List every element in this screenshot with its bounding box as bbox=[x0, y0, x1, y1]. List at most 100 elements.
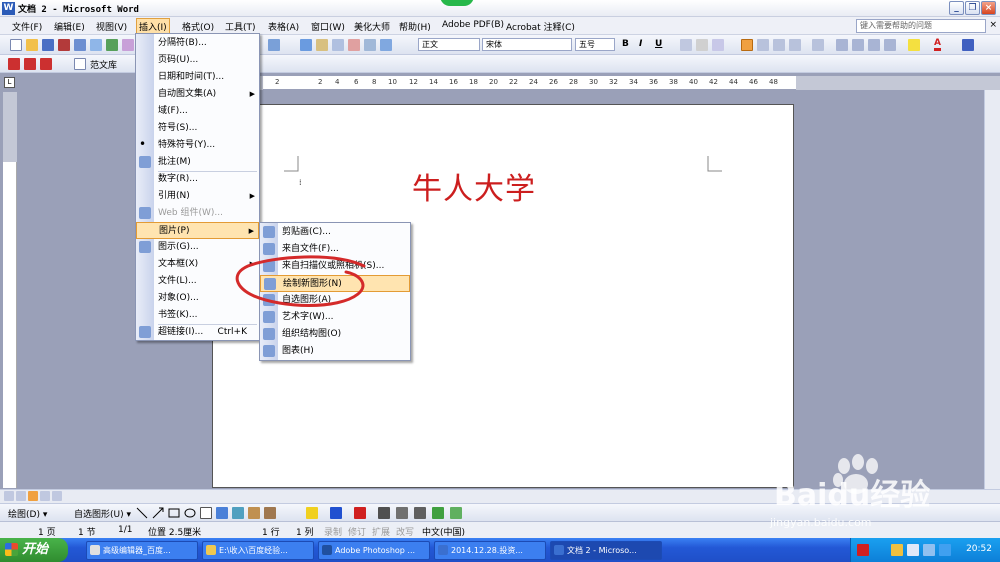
task-button[interactable]: 高级编辑器_百度... bbox=[86, 541, 198, 560]
menu-item[interactable]: 组织结构图(O) bbox=[260, 326, 410, 343]
menu-item[interactable]: 日期和时间(T)... bbox=[136, 69, 259, 86]
start-button[interactable]: 开始 bbox=[0, 538, 68, 562]
arrow-tool-icon[interactable] bbox=[152, 507, 164, 519]
menu-acrobat-comments[interactable]: Acrobat 注释(C) bbox=[506, 20, 575, 33]
menu-beautify[interactable]: 美化大师 bbox=[354, 20, 390, 33]
menu-window[interactable]: 窗口(W) bbox=[311, 20, 345, 33]
vertical-scrollbar[interactable] bbox=[984, 90, 1000, 490]
align-center-icon[interactable] bbox=[757, 39, 769, 51]
word-app-icon[interactable]: W bbox=[2, 2, 15, 15]
restore-button[interactable]: ❐ bbox=[965, 1, 980, 15]
horizontal-ruler[interactable]: 2 2 4 6 8 10 12 14 16 18 20 22 24 26 28 … bbox=[213, 76, 1000, 90]
fill-color-icon[interactable] bbox=[306, 507, 318, 519]
char-shading-icon[interactable] bbox=[696, 39, 708, 51]
menu-adobe-pdf[interactable]: Adobe PDF(B) bbox=[442, 20, 504, 30]
menu-tools[interactable]: 工具(T) bbox=[225, 20, 256, 33]
menu-item[interactable]: • 特殊符号(Y)... bbox=[136, 137, 259, 154]
print-icon[interactable] bbox=[74, 39, 86, 51]
menu-file[interactable]: 文件(F) bbox=[12, 20, 42, 33]
decrease-indent-icon[interactable] bbox=[868, 39, 880, 51]
justify-icon[interactable] bbox=[789, 39, 801, 51]
oval-tool-icon[interactable] bbox=[184, 507, 196, 519]
document-close-icon[interactable]: × bbox=[989, 20, 997, 30]
menu-format[interactable]: 格式(O) bbox=[182, 20, 214, 33]
menu-edit[interactable]: 编辑(E) bbox=[54, 20, 85, 33]
security-icon[interactable] bbox=[923, 544, 935, 556]
web-view-icon[interactable] bbox=[16, 491, 26, 501]
document-heading[interactable]: 牛人大学 bbox=[412, 164, 536, 208]
diagram-tool-icon[interactable] bbox=[232, 507, 244, 519]
line-style-icon[interactable] bbox=[378, 507, 390, 519]
normal-view-icon[interactable] bbox=[4, 491, 14, 501]
pdf-review-icon[interactable] bbox=[40, 58, 52, 70]
tab-selector[interactable]: L bbox=[4, 77, 15, 88]
char-border-icon[interactable] bbox=[680, 39, 692, 51]
underline-button[interactable]: U bbox=[655, 39, 662, 49]
pdf-convert-icon[interactable] bbox=[8, 58, 20, 70]
line-color-icon[interactable] bbox=[330, 507, 342, 519]
fanwenku-icon[interactable] bbox=[74, 58, 86, 70]
pdf-email-icon[interactable] bbox=[24, 58, 36, 70]
ime-icon[interactable] bbox=[939, 544, 951, 556]
spelling-icon[interactable] bbox=[106, 39, 118, 51]
textbox-tool-icon[interactable] bbox=[200, 507, 212, 519]
status-extend[interactable]: 扩展 bbox=[372, 525, 390, 538]
highlight-icon[interactable] bbox=[908, 39, 920, 51]
font-size-select[interactable]: 五号 bbox=[575, 38, 615, 51]
fanwenku-label[interactable]: 范文库 bbox=[90, 58, 117, 71]
line-tool-icon[interactable] bbox=[136, 507, 148, 519]
style-select[interactable]: 正文 bbox=[418, 38, 480, 51]
tables-borders-icon[interactable] bbox=[316, 39, 328, 51]
menu-item[interactable]: 图片(P) ▶ bbox=[136, 222, 259, 239]
permission-icon[interactable] bbox=[58, 39, 70, 51]
print-preview-icon[interactable] bbox=[90, 39, 102, 51]
menu-item[interactable]: 剪贴画(C)... bbox=[260, 224, 410, 241]
menu-view[interactable]: 视图(V) bbox=[96, 20, 127, 33]
menu-item[interactable]: 图表(H) bbox=[260, 343, 410, 360]
insert-table-icon[interactable] bbox=[332, 39, 344, 51]
drawing-icon[interactable] bbox=[380, 39, 392, 51]
reading-view-icon[interactable] bbox=[52, 491, 62, 501]
menu-item[interactable]: 引用(N) ▶ bbox=[136, 188, 259, 205]
network-icon[interactable] bbox=[891, 544, 903, 556]
menu-item[interactable]: 分隔符(B)... bbox=[136, 35, 259, 52]
menu-item[interactable]: 符号(S)... bbox=[136, 120, 259, 137]
save-icon[interactable] bbox=[42, 39, 54, 51]
numbering-icon[interactable] bbox=[836, 39, 848, 51]
task-button[interactable]: E:\收入\百度经验... bbox=[202, 541, 314, 560]
menu-help[interactable]: 帮助(H) bbox=[399, 20, 431, 33]
menu-table[interactable]: 表格(A) bbox=[268, 20, 299, 33]
new-document-icon[interactable] bbox=[10, 39, 22, 51]
vertical-ruler[interactable] bbox=[3, 92, 17, 488]
status-overtype[interactable]: 改写 bbox=[396, 525, 414, 538]
font-color-button[interactable]: A bbox=[934, 38, 941, 51]
columns-icon[interactable] bbox=[364, 39, 376, 51]
menu-item[interactable]: 域(F)... bbox=[136, 103, 259, 120]
arrow-style-icon[interactable] bbox=[414, 507, 426, 519]
menu-item[interactable]: 数字(R)... bbox=[136, 171, 259, 188]
task-button-active[interactable]: 文档 2 - Microso... bbox=[550, 541, 662, 560]
outline-view-icon[interactable] bbox=[40, 491, 50, 501]
asian-layout-icon[interactable] bbox=[962, 39, 974, 51]
align-left-icon[interactable] bbox=[741, 39, 753, 51]
status-track-changes[interactable]: 修订 bbox=[348, 525, 366, 538]
wordart-tool-icon[interactable] bbox=[216, 507, 228, 519]
italic-button[interactable]: I bbox=[639, 39, 642, 49]
print-layout-view-icon[interactable] bbox=[28, 491, 38, 501]
bullets-icon[interactable] bbox=[852, 39, 864, 51]
3d-style-icon[interactable] bbox=[450, 507, 462, 519]
rectangle-tool-icon[interactable] bbox=[168, 507, 180, 519]
menu-item[interactable]: 自动图文集(A) ▶ bbox=[136, 86, 259, 103]
increase-indent-icon[interactable] bbox=[884, 39, 896, 51]
picture-tool-icon[interactable] bbox=[264, 507, 276, 519]
insert-excel-icon[interactable] bbox=[348, 39, 360, 51]
menu-item[interactable]: 超链接(I)... Ctrl+K bbox=[136, 324, 259, 341]
open-icon[interactable] bbox=[26, 39, 38, 51]
bold-button[interactable]: B bbox=[622, 39, 629, 49]
research-icon[interactable] bbox=[122, 39, 134, 51]
task-button[interactable]: Adobe Photoshop ... bbox=[318, 541, 430, 560]
clipart-tool-icon[interactable] bbox=[248, 507, 260, 519]
char-scale-icon[interactable] bbox=[712, 39, 724, 51]
volume-icon[interactable] bbox=[907, 544, 919, 556]
menu-item[interactable]: 页码(U)... bbox=[136, 52, 259, 69]
